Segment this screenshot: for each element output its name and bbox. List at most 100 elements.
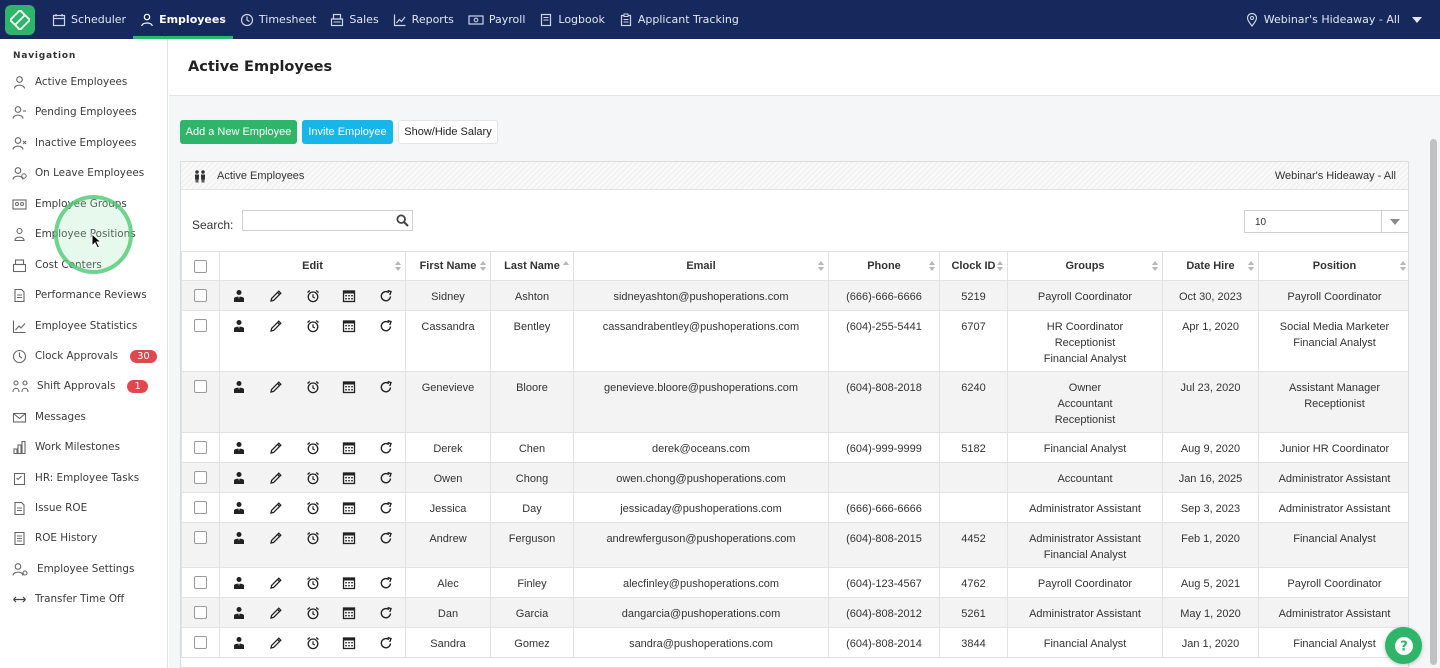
redo-arrow-icon[interactable] bbox=[379, 636, 393, 650]
nav-reports[interactable]: Reports bbox=[386, 0, 461, 39]
alarm-clock-icon[interactable] bbox=[306, 441, 320, 455]
alarm-clock-icon[interactable] bbox=[306, 319, 320, 333]
alarm-clock-icon[interactable] bbox=[306, 531, 320, 545]
row-checkbox[interactable] bbox=[194, 441, 207, 455]
column-header-clock-id[interactable]: Clock ID bbox=[939, 251, 1008, 281]
profile-icon[interactable] bbox=[232, 576, 246, 590]
page-size-select[interactable]: 10 bbox=[1244, 210, 1408, 233]
nav-employees[interactable]: Employees bbox=[133, 0, 233, 39]
nav-scheduler[interactable]: Scheduler bbox=[45, 0, 133, 39]
column-header-edit[interactable]: Edit bbox=[219, 251, 406, 281]
calendar-grid-icon[interactable] bbox=[342, 471, 356, 485]
edit-pencil-icon[interactable] bbox=[269, 636, 283, 650]
edit-pencil-icon[interactable] bbox=[269, 606, 283, 620]
sidebar-item-active-employees[interactable]: Active Employees bbox=[12, 72, 127, 92]
help-button[interactable]: ? bbox=[1385, 627, 1422, 664]
chevron-down-icon[interactable] bbox=[1381, 211, 1408, 232]
add-employee-button[interactable]: Add a New Employee bbox=[180, 120, 297, 144]
search-icon[interactable] bbox=[396, 214, 409, 227]
calendar-grid-icon[interactable] bbox=[342, 319, 356, 333]
edit-pencil-icon[interactable] bbox=[269, 289, 283, 303]
profile-icon[interactable] bbox=[232, 531, 246, 545]
sidebar-item-employee-statistics[interactable]: Employee Statistics bbox=[12, 316, 137, 336]
row-checkbox[interactable] bbox=[194, 501, 207, 515]
redo-arrow-icon[interactable] bbox=[379, 289, 393, 303]
edit-pencil-icon[interactable] bbox=[269, 501, 283, 515]
nav-timesheet[interactable]: Timesheet bbox=[233, 0, 323, 39]
column-header-last-name[interactable]: Last Name bbox=[490, 251, 574, 281]
row-checkbox[interactable] bbox=[194, 576, 207, 590]
edit-pencil-icon[interactable] bbox=[269, 576, 283, 590]
row-checkbox[interactable] bbox=[194, 636, 207, 650]
scrollbar-thumb[interactable] bbox=[1430, 139, 1437, 665]
location-selector[interactable]: Webinar's Hideaway - All bbox=[1246, 0, 1422, 39]
nav-applicant-tracking[interactable]: Applicant Tracking bbox=[612, 0, 746, 39]
profile-icon[interactable] bbox=[232, 636, 246, 650]
alarm-clock-icon[interactable] bbox=[306, 501, 320, 515]
alarm-clock-icon[interactable] bbox=[306, 471, 320, 485]
toggle-salary-button[interactable]: Show/Hide Salary bbox=[398, 120, 498, 144]
column-header-phone[interactable]: Phone bbox=[828, 251, 940, 281]
nav-payroll[interactable]: Payroll bbox=[461, 0, 533, 39]
redo-arrow-icon[interactable] bbox=[379, 531, 393, 545]
sidebar-item-issue-roe[interactable]: Issue ROE bbox=[12, 498, 87, 518]
search-input[interactable] bbox=[242, 210, 413, 231]
row-checkbox[interactable] bbox=[194, 289, 207, 303]
sidebar-item-roe-history[interactable]: ROE History bbox=[12, 528, 97, 548]
column-header-groups[interactable]: Groups bbox=[1007, 251, 1163, 281]
alarm-clock-icon[interactable] bbox=[306, 576, 320, 590]
nav-sales[interactable]: Sales bbox=[323, 0, 385, 39]
sidebar-item-messages[interactable]: Messages bbox=[12, 407, 86, 427]
calendar-grid-icon[interactable] bbox=[342, 531, 356, 545]
invite-employee-button[interactable]: Invite Employee bbox=[302, 120, 393, 144]
edit-pencil-icon[interactable] bbox=[269, 471, 283, 485]
sidebar-item-performance-reviews[interactable]: Performance Reviews bbox=[12, 285, 147, 305]
redo-arrow-icon[interactable] bbox=[379, 606, 393, 620]
row-checkbox[interactable] bbox=[194, 471, 207, 485]
edit-pencil-icon[interactable] bbox=[269, 380, 283, 394]
sidebar-item-work-milestones[interactable]: Work Milestones bbox=[12, 437, 120, 457]
row-checkbox[interactable] bbox=[194, 531, 207, 545]
sidebar-item-clock-approvals[interactable]: Clock Approvals 30 bbox=[12, 346, 157, 366]
select-all-checkbox[interactable] bbox=[194, 259, 207, 273]
edit-pencil-icon[interactable] bbox=[269, 319, 283, 333]
sidebar-item-employee-settings[interactable]: Employee Settings bbox=[12, 559, 134, 579]
profile-icon[interactable] bbox=[232, 441, 246, 455]
profile-icon[interactable] bbox=[232, 319, 246, 333]
profile-icon[interactable] bbox=[232, 606, 246, 620]
profile-icon[interactable] bbox=[232, 289, 246, 303]
alarm-clock-icon[interactable] bbox=[306, 606, 320, 620]
calendar-grid-icon[interactable] bbox=[342, 606, 356, 620]
calendar-grid-icon[interactable] bbox=[342, 441, 356, 455]
sidebar-item-hr-employee-tasks[interactable]: HR: Employee Tasks bbox=[12, 468, 139, 488]
redo-arrow-icon[interactable] bbox=[379, 576, 393, 590]
alarm-clock-icon[interactable] bbox=[306, 380, 320, 394]
row-checkbox[interactable] bbox=[194, 380, 207, 394]
sidebar-item-inactive-employees[interactable]: Inactive Employees bbox=[12, 133, 136, 153]
redo-arrow-icon[interactable] bbox=[379, 471, 393, 485]
redo-arrow-icon[interactable] bbox=[379, 380, 393, 394]
column-header-date-hire[interactable]: Date Hire bbox=[1162, 251, 1259, 281]
redo-arrow-icon[interactable] bbox=[379, 319, 393, 333]
alarm-clock-icon[interactable] bbox=[306, 636, 320, 650]
app-logo[interactable] bbox=[5, 4, 35, 35]
redo-arrow-icon[interactable] bbox=[379, 441, 393, 455]
vertical-scrollbar[interactable] bbox=[1429, 135, 1438, 665]
edit-pencil-icon[interactable] bbox=[269, 441, 283, 455]
row-checkbox[interactable] bbox=[194, 319, 207, 333]
calendar-grid-icon[interactable] bbox=[342, 289, 356, 303]
nav-logbook[interactable]: Logbook bbox=[532, 0, 611, 39]
profile-icon[interactable] bbox=[232, 471, 246, 485]
calendar-grid-icon[interactable] bbox=[342, 636, 356, 650]
sidebar-item-pending-employees[interactable]: Pending Employees bbox=[12, 102, 137, 122]
column-header-position[interactable]: Position bbox=[1258, 251, 1408, 281]
sidebar-item-transfer-time-off[interactable]: Transfer Time Off bbox=[12, 589, 124, 609]
profile-icon[interactable] bbox=[232, 380, 246, 394]
sidebar-item-shift-approvals[interactable]: Shift Approvals 1 bbox=[12, 376, 148, 396]
calendar-grid-icon[interactable] bbox=[342, 501, 356, 515]
profile-icon[interactable] bbox=[232, 501, 246, 515]
calendar-grid-icon[interactable] bbox=[342, 380, 356, 394]
sidebar-item-on-leave-employees[interactable]: On Leave Employees bbox=[12, 163, 144, 183]
alarm-clock-icon[interactable] bbox=[306, 289, 320, 303]
column-header-email[interactable]: Email bbox=[573, 251, 829, 281]
